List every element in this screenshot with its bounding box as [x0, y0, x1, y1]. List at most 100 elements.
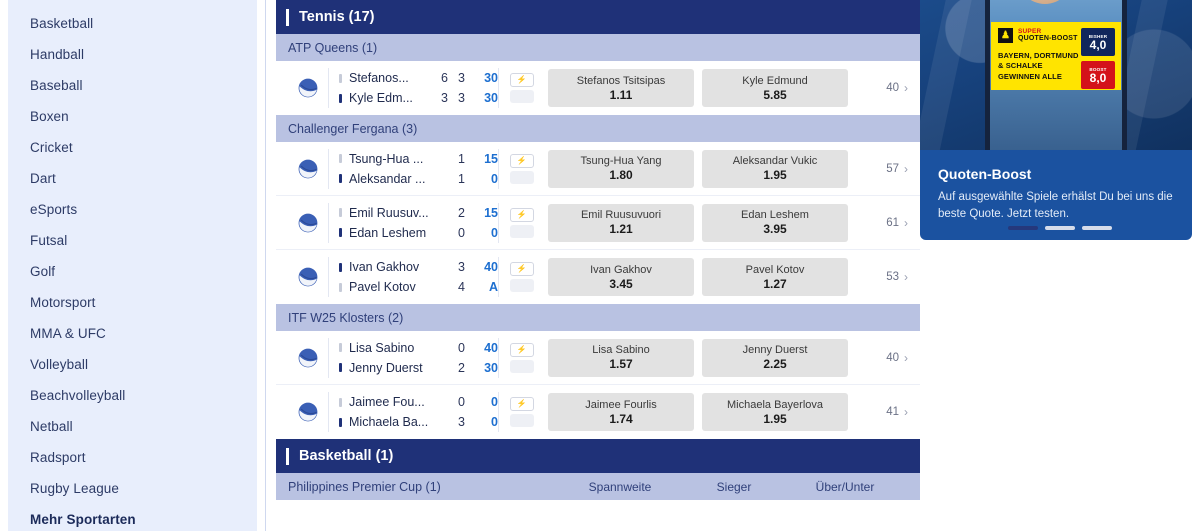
sidebar-item-motorsport[interactable]: Motorsport	[0, 287, 265, 318]
odds-button[interactable]: Michaela Bayerlova 1.95	[702, 393, 848, 431]
odds-button[interactable]: Ivan Gakhov 3.45	[548, 258, 694, 296]
sport-accent-bar	[286, 8, 289, 26]
sport-header-label: Tennis (17)	[299, 9, 375, 25]
set-score: 2	[458, 205, 465, 220]
sidebar-item-rugby-league[interactable]: Rugby League	[0, 473, 265, 504]
match-list: Stefanos... 6 3 30 Kyle Edm... 3 3 30 ⚡ Stefanos …	[276, 61, 920, 115]
match-row[interactable]: Lisa Sabino 0 40 Jenny Duerst 2 30 ⚡ Lisa Sabin…	[276, 331, 920, 385]
stats-cell: ⚡	[498, 202, 544, 243]
badge-boost: BOOST 8,0	[1081, 61, 1115, 89]
live-stats-icon[interactable]: ⚡	[509, 342, 534, 357]
game-points: 30	[484, 360, 498, 375]
set-score: 3	[458, 71, 465, 85]
market-header-1: Spannweite	[588, 479, 652, 494]
stream-placeholder[interactable]	[509, 90, 534, 103]
brand-logo-icon: ♟	[998, 28, 1013, 43]
sport-header[interactable]: Tennis (17)	[276, 0, 920, 34]
scoreboard: Jaimee Fou... 0 0 Michaela Ba... 3 0	[328, 392, 498, 432]
live-stats-icon[interactable]: ⚡	[509, 207, 534, 222]
sidebar-item-handball[interactable]: Handball	[0, 39, 265, 70]
odds-button[interactable]: Jaimee Fourlis 1.74	[548, 393, 694, 431]
sport-icon-cell	[288, 266, 328, 288]
sport-header[interactable]: Basketball (1)	[276, 439, 920, 473]
tennis-ball-icon	[298, 213, 318, 232]
promo-super-label: SUPER	[1018, 28, 1042, 35]
odds-button[interactable]: Tsung-Hua Yang 1.80	[548, 149, 694, 188]
player-row: Tsung-Hua ... 1 15	[339, 151, 498, 167]
live-stats-icon[interactable]: ⚡	[509, 73, 534, 87]
sidebar-item-beachvolleyball[interactable]: Beachvolleyball	[0, 380, 265, 411]
league-header[interactable]: ATP Queens (1)	[276, 34, 920, 61]
odds-button[interactable]: Aleksandar Vukic 1.95	[702, 149, 848, 188]
match-row[interactable]: Tsung-Hua ... 1 15 Aleksandar ... 1 0 ⚡ Tsung-H…	[276, 142, 920, 196]
league-header[interactable]: Challenger Fergana (3)	[276, 115, 920, 142]
sidebar-item-baseball[interactable]: Baseball	[0, 70, 265, 101]
sport-header-label: Basketball (1)	[299, 448, 394, 464]
odds-selection-name: Aleksandar Vukic	[732, 155, 818, 167]
odds-selection-name: Emil Ruusuvuori	[580, 209, 662, 221]
odds-value: 1.57	[609, 357, 633, 371]
carousel-dot-3[interactable]	[1082, 226, 1112, 230]
sidebar-item-mehr-sportarten[interactable]: Mehr Sportarten	[0, 504, 265, 531]
sidebar-item-basketball[interactable]: Basketball	[0, 8, 265, 39]
carousel-dot-1[interactable]	[1008, 226, 1038, 230]
odds-button[interactable]: Kyle Edmund 5.85	[702, 69, 848, 107]
promo-headline: BAYERN, DORTMUND & SCHALKE GEWINNEN ALLE	[998, 50, 1079, 81]
sidebar-item-mma-ufc[interactable]: MMA & UFC	[0, 318, 265, 349]
odds-button[interactable]: Lisa Sabino 1.57	[548, 338, 694, 377]
league-name: ITF W25 Klosters (2)	[288, 310, 404, 325]
scoreboard: Ivan Gakhov 3 40 Pavel Kotov 4 A	[328, 257, 498, 297]
carousel-dot-2[interactable]	[1045, 226, 1075, 230]
sidebar-item-dart[interactable]: Dart	[0, 163, 265, 194]
more-markets-link[interactable]: 61 ›	[886, 216, 920, 230]
odds-selection-name: Michaela Bayerlova	[727, 398, 823, 411]
sidebar-item-golf[interactable]: Golf	[0, 256, 265, 287]
sidebar-item-volleyball[interactable]: Volleyball	[0, 349, 265, 380]
scoreboard: Emil Ruusuv... 2 15 Edan Leshem 0 0	[328, 202, 498, 243]
player-name: Emil Ruusuv...	[349, 205, 429, 220]
live-stats-icon[interactable]: ⚡	[509, 262, 534, 276]
more-markets-link[interactable]: 57 ›	[886, 162, 920, 176]
more-markets-link[interactable]: 41 ›	[886, 405, 920, 419]
sidebar-item-radsport[interactable]: Radsport	[0, 442, 265, 473]
player-row: Emil Ruusuv... 2 15	[339, 205, 498, 221]
sidebar-item-netball[interactable]: Netball	[0, 411, 265, 442]
set-scores: 1	[453, 152, 470, 166]
tennis-ball-icon	[298, 267, 318, 287]
odds-button[interactable]: Edan Leshem 3.95	[702, 203, 848, 242]
sidebar-item-esports[interactable]: eSports	[0, 194, 265, 225]
stream-placeholder[interactable]	[509, 279, 534, 292]
stream-placeholder[interactable]	[509, 414, 534, 427]
match-row[interactable]: Jaimee Fou... 0 0 Michaela Ba... 3 0 ⚡ Jaimee F…	[276, 385, 920, 439]
set-score: 3	[441, 91, 448, 105]
league-header[interactable]: Philippines Premier Cup (1) Spannweite Sie…	[276, 473, 920, 500]
badge-boost-value: 8,0	[1089, 70, 1107, 85]
stream-placeholder[interactable]	[509, 170, 534, 184]
match-row[interactable]: Emil Ruusuv... 2 15 Edan Leshem 0 0 ⚡ Emil Ruus…	[276, 196, 920, 250]
league-header[interactable]: ITF W25 Klosters (2)	[276, 304, 920, 331]
odds-button[interactable]: Emil Ruusuvuori 1.21	[548, 203, 694, 242]
odds-group: Ivan Gakhov 3.45 Pavel Kotov 1.27	[548, 258, 848, 296]
odds-button[interactable]: Jenny Duerst 2.25	[702, 338, 848, 377]
more-markets-link[interactable]: 40 ›	[886, 81, 920, 95]
live-stats-icon[interactable]: ⚡	[509, 153, 534, 168]
game-points: 30	[484, 91, 498, 105]
sidebar-item-cricket[interactable]: Cricket	[0, 132, 265, 163]
match-row[interactable]: Ivan Gakhov 3 40 Pavel Kotov 4 A ⚡ Ivan Gakhov 3…	[276, 250, 920, 304]
more-markets-link[interactable]: 53 ›	[886, 270, 920, 284]
match-row[interactable]: Stefanos... 6 3 30 Kyle Edm... 3 3 30 ⚡ Stefanos …	[276, 61, 920, 115]
stream-placeholder[interactable]	[509, 359, 534, 373]
odds-value: 5.85	[763, 87, 787, 102]
set-score: 3	[458, 91, 465, 105]
sidebar-item-boxen[interactable]: Boxen	[0, 101, 265, 132]
game-points: 0	[491, 171, 498, 186]
stream-placeholder[interactable]	[509, 224, 534, 238]
odds-button[interactable]: Stefanos Tsitsipas 1.11	[548, 69, 694, 107]
stats-cell: ⚡	[498, 257, 544, 297]
odds-button[interactable]: Pavel Kotov 1.27	[702, 258, 848, 296]
set-scores: 1	[453, 172, 470, 186]
promo-card[interactable]: ♟ SUPER QUOTEN-BOOST BAYERN, DORTMUND & …	[920, 0, 1192, 240]
live-stats-icon[interactable]: ⚡	[509, 397, 534, 411]
sidebar-item-futsal[interactable]: Futsal	[0, 225, 265, 256]
more-markets-link[interactable]: 40 ›	[886, 351, 920, 365]
